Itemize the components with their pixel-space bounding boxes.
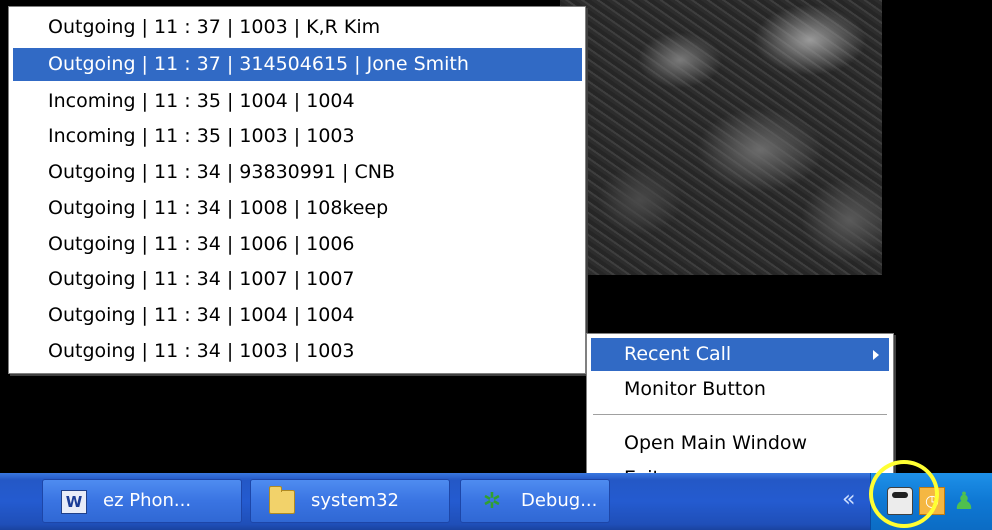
taskbar-button-ez-phone[interactable]: W ez Phon... bbox=[42, 479, 242, 523]
recent-call-item[interactable]: Outgoing | 11 : 34 | 93830991 | CNB bbox=[13, 156, 582, 189]
recent-call-item[interactable]: Outgoing | 11 : 34 | 1003 | 1003 bbox=[13, 335, 582, 368]
taskbar: W ez Phon... system32 ✲ Debug... « ◷ ♟ bbox=[0, 473, 992, 530]
monitor-button-menu-item[interactable]: Monitor Button bbox=[591, 373, 889, 406]
desktop-wallpaper bbox=[560, 0, 882, 275]
open-main-window-menu-item[interactable]: Open Main Window bbox=[591, 427, 889, 460]
system-tray: ◷ ♟ bbox=[870, 473, 992, 530]
recent-call-label: Recent Call bbox=[624, 343, 732, 365]
recent-call-item[interactable]: Outgoing | 11 : 34 | 1006 | 1006 bbox=[13, 228, 582, 261]
menu-separator bbox=[593, 414, 887, 416]
folder-icon bbox=[269, 486, 295, 514]
recent-call-item-selected[interactable]: Outgoing | 11 : 37 | 314504615 | Jone Sm… bbox=[13, 48, 582, 81]
submenu-arrow-icon bbox=[873, 350, 879, 360]
taskbar-button-system32[interactable]: system32 bbox=[250, 479, 450, 523]
recent-call-item[interactable]: Outgoing | 11 : 34 | 1008 | 108keep bbox=[13, 192, 582, 225]
taskbar-button-debug[interactable]: ✲ Debug... bbox=[460, 479, 610, 523]
recent-call-item[interactable]: Outgoing | 11 : 34 | 1007 | 1007 bbox=[13, 263, 582, 296]
debug-bug-icon: ✲ bbox=[482, 489, 502, 514]
show-hidden-icons-chevron-icon[interactable]: « bbox=[842, 487, 855, 512]
taskbar-button-label: system32 bbox=[311, 490, 399, 511]
recent-call-item[interactable]: Outgoing | 11 : 34 | 1004 | 1004 bbox=[13, 299, 582, 332]
recent-call-menu-item[interactable]: Recent Call bbox=[591, 338, 889, 371]
recent-call-item[interactable]: Outgoing | 11 : 37 | 1003 | K,R Kim bbox=[13, 11, 582, 44]
recent-call-submenu: Outgoing | 11 : 37 | 1003 | K,R Kim Outg… bbox=[8, 6, 586, 374]
recent-call-item[interactable]: Incoming | 11 : 35 | 1003 | 1003 bbox=[13, 120, 582, 153]
taskbar-button-label: ez Phon... bbox=[103, 490, 192, 511]
clock-icon[interactable]: ◷ bbox=[919, 487, 945, 515]
user-icon[interactable]: ♟ bbox=[951, 487, 977, 515]
word-document-icon: W bbox=[61, 490, 87, 514]
phone-icon[interactable] bbox=[887, 487, 913, 515]
taskbar-button-label: Debug... bbox=[521, 490, 598, 511]
recent-call-item[interactable]: Incoming | 11 : 35 | 1004 | 1004 bbox=[13, 85, 582, 118]
